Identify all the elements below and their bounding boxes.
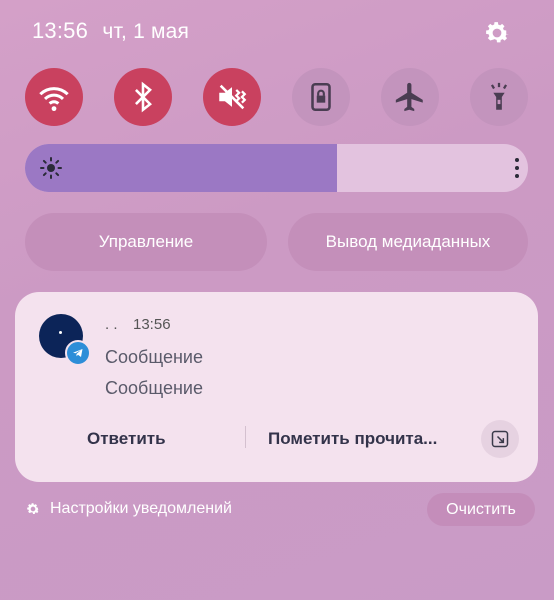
- flashlight-icon: [490, 82, 508, 110]
- airplane-mode-tile[interactable]: [381, 68, 439, 126]
- notification-message: Сообщение: [105, 347, 203, 367]
- screen-lock-tile[interactable]: [292, 68, 350, 126]
- status-time: 13:56: [32, 18, 89, 43]
- notification-message-2: Сообщение: [105, 378, 203, 398]
- bluetooth-icon: [135, 81, 152, 113]
- expand-icon[interactable]: [481, 420, 519, 458]
- media-output-button[interactable]: Вывод медиаданных: [288, 213, 528, 271]
- notification-settings-link[interactable]: Настройки уведомлений: [25, 500, 232, 518]
- reply-button[interactable]: Ответить: [87, 429, 166, 449]
- notification-sender: . .: [105, 316, 118, 333]
- mark-read-button[interactable]: Пометить прочита...: [268, 429, 437, 449]
- clear-button[interactable]: Очистить: [427, 493, 535, 526]
- settings-gear-icon: [27, 503, 40, 514]
- airplane-icon: [395, 82, 423, 112]
- bluetooth-tile[interactable]: [114, 68, 172, 126]
- more-options-icon[interactable]: [513, 156, 521, 180]
- status-datetime: 13:56 чт, 1 мая: [32, 18, 189, 44]
- settings-gear-icon[interactable]: [482, 18, 512, 48]
- telegram-icon: [65, 340, 91, 366]
- brightness-sun-icon: [39, 156, 63, 180]
- wifi-tile[interactable]: [25, 68, 83, 126]
- notification-time: 13:56: [133, 316, 171, 333]
- device-control-button[interactable]: Управление: [25, 213, 267, 271]
- wifi-icon: [39, 87, 69, 112]
- notification-settings-label: Настройки уведомлений: [50, 500, 232, 517]
- vibrate-mute-icon: [219, 84, 247, 110]
- status-date: чт, 1 мая: [102, 20, 190, 43]
- notification-card[interactable]: . . 13:56 Сообщение Сообщение Ответить П…: [15, 292, 538, 482]
- sound-mode-tile[interactable]: [203, 68, 261, 126]
- brightness-slider[interactable]: [25, 144, 528, 192]
- quick-settings-tiles: [25, 68, 530, 126]
- brightness-fill: [25, 144, 337, 192]
- screen-lock-icon: [311, 82, 331, 112]
- action-divider: [245, 426, 246, 448]
- flashlight-tile[interactable]: [470, 68, 528, 126]
